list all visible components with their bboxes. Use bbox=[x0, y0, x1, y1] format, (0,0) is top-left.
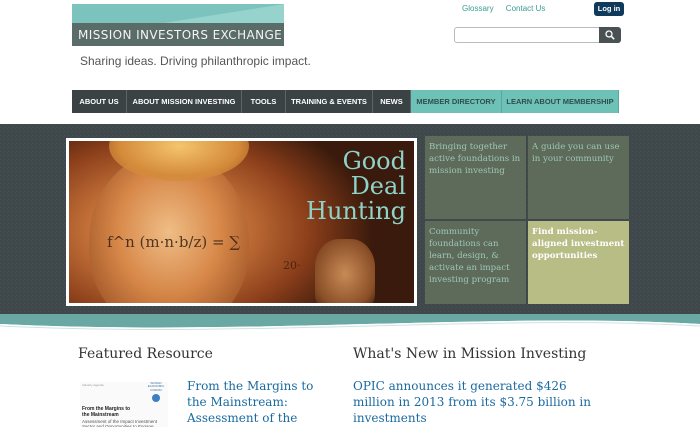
hero-title-line-2: Deal bbox=[350, 172, 406, 200]
nav-tools[interactable]: TOOLS bbox=[242, 90, 286, 113]
thumb-subtitle: Assessment of the Impact Investment Sect… bbox=[82, 419, 158, 427]
hero-wave bbox=[0, 314, 700, 336]
hero-photo: f^n (m·n·b/z) = ∑ 20· Good Deal Hunting bbox=[69, 141, 414, 303]
nav-about-mission-investing[interactable]: ABOUT MISSION INVESTING bbox=[127, 90, 242, 113]
whats-new-heading: What's New in Mission Investing bbox=[353, 346, 587, 362]
hero-tile-find-opportunities[interactable]: Find mission-aligned investment opportun… bbox=[528, 221, 629, 304]
hero-banner[interactable]: f^n (m·n·b/z) = ∑ 20· Good Deal Hunting bbox=[66, 138, 417, 306]
nav-about-us[interactable]: ABOUT US bbox=[72, 90, 127, 113]
hero-tile-active-foundations[interactable]: Bringing together active foundations in … bbox=[425, 136, 526, 219]
contact-us-link[interactable]: Contact Us bbox=[506, 4, 546, 13]
photo-equation-2: 20· bbox=[283, 259, 301, 272]
search-form bbox=[454, 27, 621, 43]
nav-training-events[interactable]: TRAINING & EVENTS bbox=[286, 90, 373, 113]
utility-links: Glossary Contact Us bbox=[462, 4, 555, 13]
featured-resource-link[interactable]: From the Margins to the Mainstream: Asse… bbox=[187, 378, 327, 426]
globe-icon bbox=[152, 394, 160, 402]
logo-text: MISSION INVESTORS EXCHANGE bbox=[78, 28, 283, 42]
nav-member-directory[interactable]: MEMBER DIRECTORY bbox=[411, 90, 502, 113]
nav-news[interactable]: NEWS bbox=[373, 90, 411, 113]
featured-resource-thumbnail[interactable]: Industry Agenda WORLD ECONOMIC FORUM Fro… bbox=[80, 382, 168, 427]
nav-learn-about-membership[interactable]: LEARN ABOUT MEMBERSHIP bbox=[502, 90, 619, 113]
search-input[interactable] bbox=[454, 27, 600, 43]
glossary-link[interactable]: Glossary bbox=[462, 4, 494, 13]
search-button[interactable] bbox=[599, 27, 621, 43]
hero-tile-community-foundations[interactable]: Community foundations can learn, design,… bbox=[425, 221, 526, 304]
search-icon bbox=[605, 30, 615, 40]
thumb-title-line-2: the Mainstream bbox=[82, 411, 119, 418]
hero-title-line-3: Hunting bbox=[306, 197, 406, 225]
photo-hand bbox=[315, 239, 375, 303]
news-item-link[interactable]: OPIC announces it generated $426 million… bbox=[353, 378, 603, 426]
site-tagline: Sharing ideas. Driving philanthropic imp… bbox=[80, 54, 311, 68]
photo-equation: f^n (m·n·b/z) = ∑ bbox=[107, 233, 241, 251]
featured-resource-heading: Featured Resource bbox=[78, 346, 213, 362]
site-logo[interactable]: MISSION INVESTORS EXCHANGE bbox=[72, 4, 284, 46]
main-nav: ABOUT US ABOUT MISSION INVESTING TOOLS T… bbox=[72, 90, 619, 113]
hero-title-line-1: Good bbox=[342, 147, 406, 175]
hero-tile-community-guide[interactable]: A guide you can use in your community bbox=[528, 136, 629, 219]
thumb-title: From the Margins to the Mainstream bbox=[82, 406, 130, 418]
thumb-tiny-label: Industry Agenda bbox=[82, 383, 104, 387]
hero-title: Good Deal Hunting bbox=[306, 149, 406, 224]
login-button[interactable]: Log in bbox=[594, 2, 624, 16]
